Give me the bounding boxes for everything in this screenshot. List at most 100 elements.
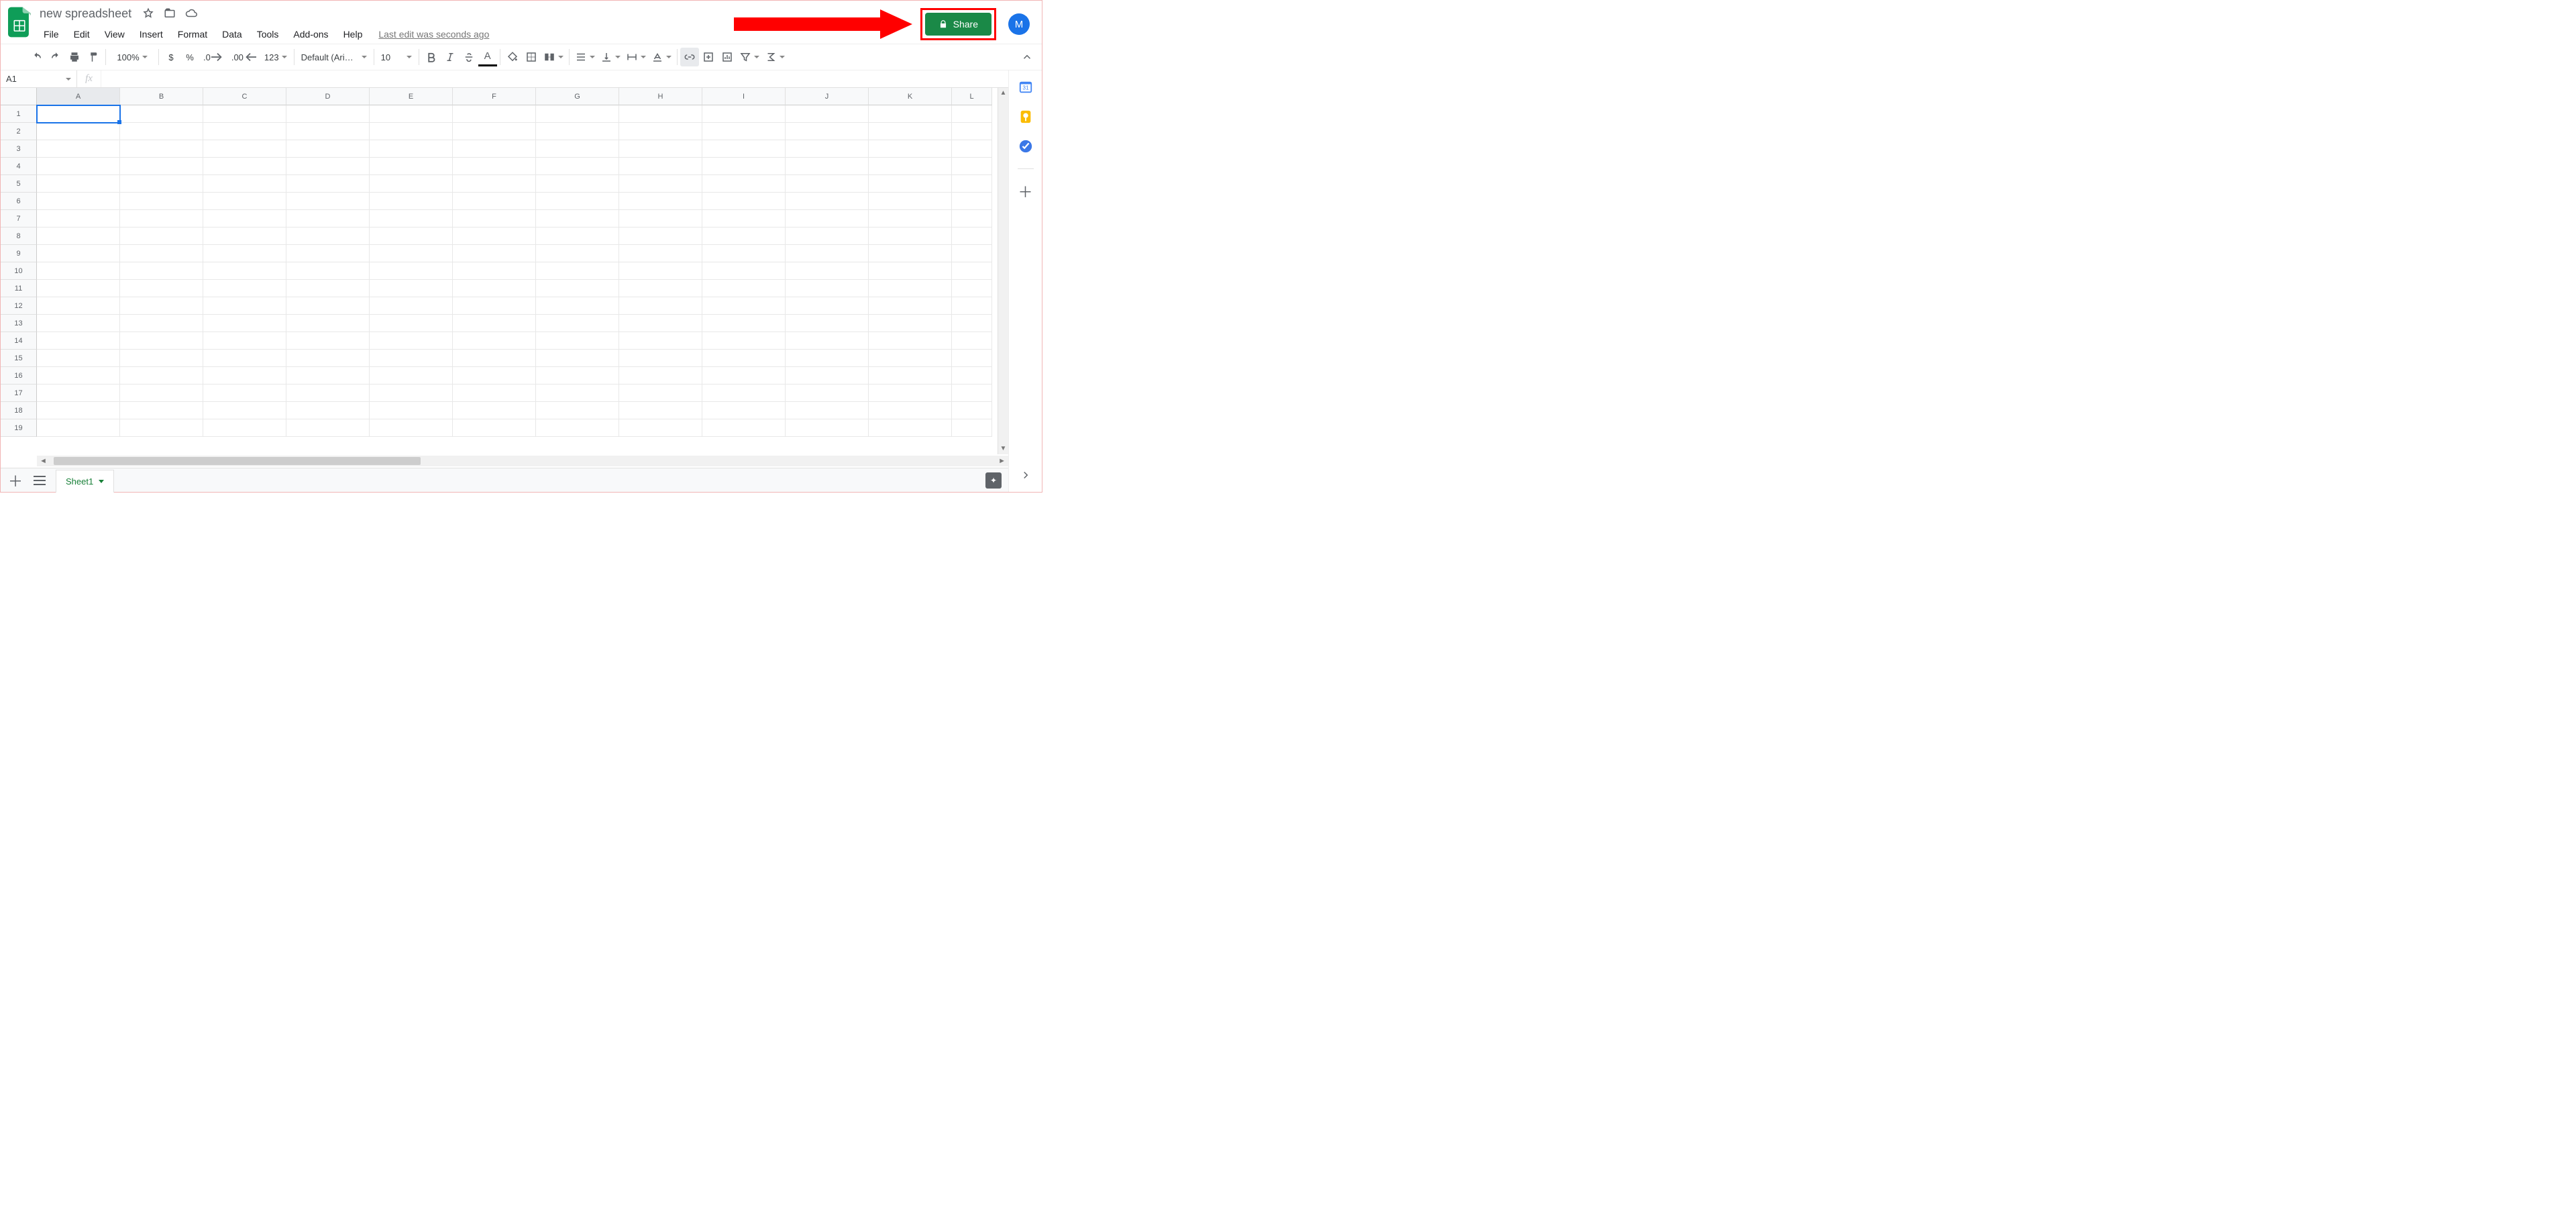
hide-sidepanel-button[interactable] xyxy=(1018,468,1033,482)
cell[interactable] xyxy=(120,385,203,402)
italic-button[interactable] xyxy=(441,48,460,66)
column-header[interactable]: C xyxy=(203,88,286,105)
sheets-logo[interactable] xyxy=(6,5,33,40)
insert-comment-button[interactable] xyxy=(699,48,718,66)
cell[interactable] xyxy=(619,419,702,437)
cell[interactable] xyxy=(286,297,370,315)
cell[interactable] xyxy=(869,402,952,419)
cell[interactable] xyxy=(952,210,992,227)
cell[interactable] xyxy=(370,193,453,210)
cell[interactable] xyxy=(786,350,869,367)
text-color-button[interactable]: A xyxy=(478,48,497,66)
menu-tools[interactable]: Tools xyxy=(250,28,286,41)
menu-format[interactable]: Format xyxy=(171,28,214,41)
cell[interactable] xyxy=(619,280,702,297)
cell[interactable] xyxy=(120,175,203,193)
cell[interactable] xyxy=(120,105,203,123)
cell[interactable] xyxy=(286,210,370,227)
insert-chart-button[interactable] xyxy=(718,48,737,66)
column-header[interactable]: D xyxy=(286,88,370,105)
cell[interactable] xyxy=(37,262,120,280)
column-header[interactable]: B xyxy=(120,88,203,105)
cell[interactable] xyxy=(952,350,992,367)
cell[interactable] xyxy=(286,262,370,280)
undo-button[interactable] xyxy=(28,48,46,66)
row-header[interactable]: 11 xyxy=(1,280,37,297)
cell[interactable] xyxy=(952,175,992,193)
cell[interactable] xyxy=(453,280,536,297)
cell[interactable] xyxy=(952,140,992,158)
cell[interactable] xyxy=(702,332,786,350)
cell[interactable] xyxy=(370,140,453,158)
cell[interactable] xyxy=(453,245,536,262)
cell[interactable] xyxy=(786,297,869,315)
cell[interactable] xyxy=(536,385,619,402)
cell[interactable] xyxy=(203,402,286,419)
horizontal-align-dropdown[interactable] xyxy=(572,48,598,66)
cell[interactable] xyxy=(786,315,869,332)
cell[interactable] xyxy=(536,402,619,419)
cell[interactable] xyxy=(536,158,619,175)
vertical-scrollbar[interactable]: ▲ ▼ xyxy=(998,88,1008,454)
cell[interactable] xyxy=(203,315,286,332)
cell[interactable] xyxy=(453,350,536,367)
column-header[interactable]: J xyxy=(786,88,869,105)
row-header[interactable]: 12 xyxy=(1,297,37,315)
cell[interactable] xyxy=(453,140,536,158)
cell[interactable] xyxy=(37,123,120,140)
cell[interactable] xyxy=(203,332,286,350)
cell[interactable] xyxy=(120,227,203,245)
cell[interactable] xyxy=(952,245,992,262)
cell[interactable] xyxy=(203,280,286,297)
cell[interactable] xyxy=(536,227,619,245)
cell[interactable] xyxy=(536,315,619,332)
cell[interactable] xyxy=(120,158,203,175)
cell[interactable] xyxy=(536,419,619,437)
row-header[interactable]: 19 xyxy=(1,419,37,437)
increase-decimal-button[interactable]: .00 xyxy=(227,48,260,66)
cell[interactable] xyxy=(702,245,786,262)
cell[interactable] xyxy=(370,367,453,385)
cell[interactable] xyxy=(619,140,702,158)
text-rotation-dropdown[interactable] xyxy=(649,48,674,66)
column-header[interactable]: G xyxy=(536,88,619,105)
formula-input[interactable] xyxy=(101,70,1008,87)
cell[interactable] xyxy=(453,385,536,402)
horizontal-scrollbar[interactable]: ◄ ► xyxy=(37,456,1008,466)
row-header[interactable]: 1 xyxy=(1,105,37,123)
cell[interactable] xyxy=(203,227,286,245)
cell[interactable] xyxy=(702,140,786,158)
menu-data[interactable]: Data xyxy=(215,28,249,41)
collapse-toolbar-button[interactable] xyxy=(1018,48,1036,66)
menu-view[interactable]: View xyxy=(98,28,131,41)
cell[interactable] xyxy=(286,140,370,158)
cell[interactable] xyxy=(619,210,702,227)
cell[interactable] xyxy=(952,402,992,419)
cell[interactable] xyxy=(370,227,453,245)
cell[interactable] xyxy=(37,385,120,402)
cell[interactable] xyxy=(536,193,619,210)
cell[interactable] xyxy=(120,297,203,315)
cell[interactable] xyxy=(370,280,453,297)
cell[interactable] xyxy=(286,315,370,332)
cell[interactable] xyxy=(453,123,536,140)
menu-addons[interactable]: Add-ons xyxy=(286,28,335,41)
cell[interactable] xyxy=(786,123,869,140)
cell[interactable] xyxy=(952,332,992,350)
sheet-tab-active[interactable]: Sheet1 xyxy=(56,470,114,493)
cell[interactable] xyxy=(203,245,286,262)
cell[interactable] xyxy=(37,280,120,297)
cell[interactable] xyxy=(37,297,120,315)
cell[interactable] xyxy=(37,350,120,367)
move-icon[interactable] xyxy=(164,7,176,19)
format-currency-button[interactable]: $ xyxy=(162,48,180,66)
cell[interactable] xyxy=(702,175,786,193)
cell[interactable] xyxy=(786,158,869,175)
cell[interactable] xyxy=(619,105,702,123)
cell[interactable] xyxy=(370,245,453,262)
star-icon[interactable] xyxy=(142,7,154,19)
cell[interactable] xyxy=(702,297,786,315)
cell[interactable] xyxy=(702,367,786,385)
font-size-dropdown[interactable]: 10 xyxy=(377,48,416,66)
share-button[interactable]: Share xyxy=(925,13,991,36)
